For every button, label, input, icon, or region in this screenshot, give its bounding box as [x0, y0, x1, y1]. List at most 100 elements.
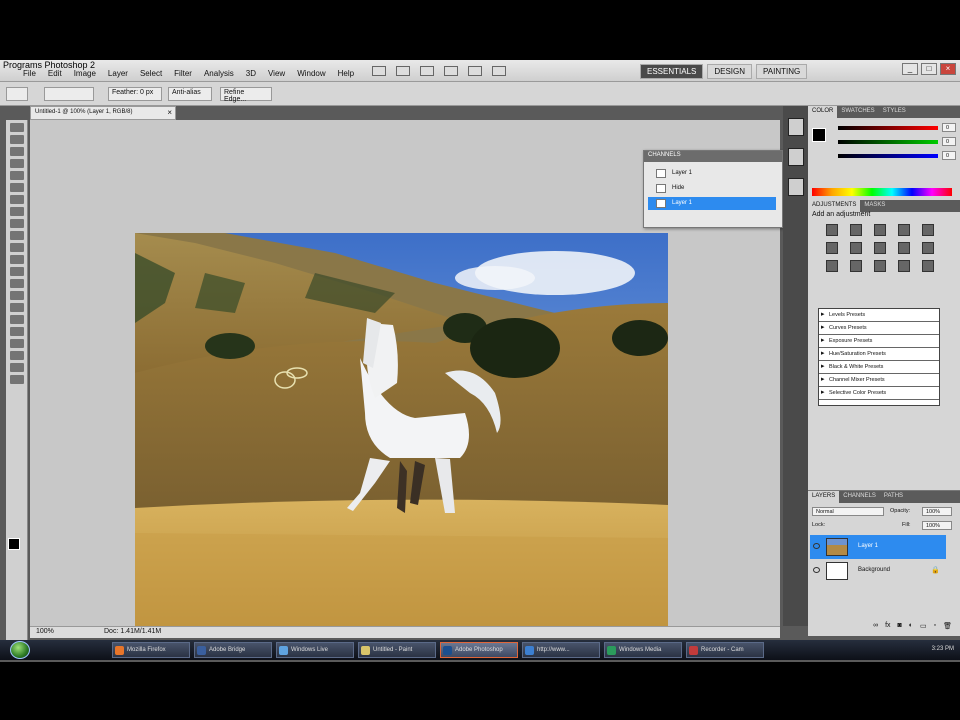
tab-color[interactable]: COLOR — [808, 106, 838, 118]
pen-tool-icon[interactable] — [9, 291, 24, 300]
preset-item[interactable]: Curves Presets — [819, 322, 939, 335]
menu-file[interactable]: File — [20, 69, 39, 78]
antialias-checkbox[interactable]: Anti-alias — [168, 87, 212, 101]
gradient-map-icon[interactable] — [898, 260, 910, 272]
add-mask-icon[interactable]: ◙ — [898, 622, 902, 632]
quick-selection-tool-icon[interactable] — [9, 159, 24, 168]
new-layer-icon[interactable]: ▫ — [934, 622, 936, 632]
foreground-color-swatch[interactable] — [8, 538, 20, 550]
taskbar-item-photoshop[interactable]: Adobe Photoshop — [440, 642, 518, 658]
3d-rotate-tool-icon[interactable] — [9, 339, 24, 348]
taskbar-item-media[interactable]: Windows Media — [604, 642, 682, 658]
posterize-icon[interactable] — [850, 260, 862, 272]
channel-row-selected[interactable]: Layer 1 — [648, 197, 776, 210]
start-button[interactable] — [10, 641, 30, 659]
marquee-tool-icon[interactable] — [9, 135, 24, 144]
maximize-button[interactable]: □ — [921, 63, 937, 75]
clone-stamp-tool-icon[interactable] — [9, 219, 24, 228]
menu-analysis[interactable]: Analysis — [201, 69, 237, 78]
taskbar-item-paint[interactable]: Untitled - Paint — [358, 642, 436, 658]
color-balance-icon[interactable] — [850, 242, 862, 254]
refine-edge-button[interactable]: Refine Edge... — [220, 87, 272, 103]
menu-select[interactable]: Select — [137, 69, 165, 78]
workspace-design[interactable]: DESIGN — [707, 64, 753, 79]
tab-styles[interactable]: STYLES — [879, 106, 910, 118]
green-value-field[interactable]: 0 — [942, 137, 956, 146]
trash-icon[interactable]: 🗑 — [943, 622, 952, 632]
type-tool-icon[interactable] — [9, 303, 24, 312]
color-spectrum-bar[interactable] — [812, 188, 952, 196]
arrange-documents-icon[interactable] — [468, 66, 482, 76]
foreground-color-chip[interactable] — [812, 128, 826, 142]
selection-mode-icons[interactable] — [44, 87, 94, 101]
zoom-level-icon[interactable] — [420, 66, 434, 76]
brush-tool-icon[interactable] — [9, 207, 24, 216]
black-white-icon[interactable] — [874, 242, 886, 254]
photo-filter-icon[interactable] — [898, 242, 910, 254]
layer-row-background[interactable]: Background 🔒 — [810, 559, 946, 583]
red-value-field[interactable]: 0 — [942, 123, 956, 132]
menu-filter[interactable]: Filter — [171, 69, 195, 78]
preset-item[interactable]: Channel Mixer Presets — [819, 374, 939, 387]
bridge-icon[interactable] — [372, 66, 386, 76]
navigator-panel-icon[interactable] — [787, 178, 804, 196]
menu-3d[interactable]: 3D — [243, 69, 259, 78]
status-zoom[interactable]: 100% — [36, 628, 54, 635]
tab-swatches[interactable]: SWATCHES — [837, 106, 878, 118]
minimize-button[interactable]: _ — [902, 63, 918, 75]
curves-icon[interactable] — [874, 224, 886, 236]
vibrance-icon[interactable] — [922, 224, 934, 236]
layer-style-icon[interactable]: fx — [885, 622, 890, 632]
healing-brush-tool-icon[interactable] — [9, 195, 24, 204]
opacity-field[interactable]: 100% — [922, 507, 952, 516]
workspace-painting[interactable]: PAINTING — [756, 64, 808, 79]
eyedropper-tool-icon[interactable] — [9, 183, 24, 192]
blue-value-field[interactable]: 0 — [942, 151, 956, 160]
fill-field[interactable]: 100% — [922, 521, 952, 530]
menu-window[interactable]: Window — [294, 69, 328, 78]
move-tool-icon[interactable] — [9, 123, 24, 132]
layer-row-layer-1[interactable]: Layer 1 — [810, 535, 946, 559]
taskbar-item-firefox[interactable]: Mozilla Firefox — [112, 642, 190, 658]
menu-image[interactable]: Image — [71, 69, 99, 78]
new-adjustment-icon[interactable]: ◐ — [909, 622, 913, 632]
clock[interactable]: 3:23 PM — [932, 646, 954, 652]
blur-tool-icon[interactable] — [9, 267, 24, 276]
menu-view[interactable]: View — [265, 69, 288, 78]
tab-channels[interactable]: CHANNELS — [839, 491, 880, 503]
taskbar-item-browser[interactable]: http://www... — [522, 642, 600, 658]
preset-item[interactable]: Hue/Saturation Presets — [819, 348, 939, 361]
menu-edit[interactable]: Edit — [45, 69, 65, 78]
preset-item[interactable]: Black & White Presets — [819, 361, 939, 374]
tab-paths[interactable]: PATHS — [880, 491, 907, 503]
blend-mode-select[interactable]: Normal — [812, 507, 884, 516]
hand-tool-icon[interactable] — [9, 363, 24, 372]
threshold-icon[interactable] — [874, 260, 886, 272]
gradient-tool-icon[interactable] — [9, 255, 24, 264]
taskbar-item-windows-live[interactable]: Windows Live — [276, 642, 354, 658]
link-layers-icon[interactable]: ∞ — [873, 622, 878, 632]
tool-preset-picker[interactable] — [6, 87, 28, 101]
dodge-tool-icon[interactable] — [9, 279, 24, 288]
document-tab[interactable]: Untitled-1 @ 100% (Layer 1, RGB/8) × — [30, 106, 176, 120]
shape-tool-icon[interactable] — [9, 327, 24, 336]
tab-layers[interactable]: LAYERS — [808, 491, 840, 503]
menu-help[interactable]: Help — [335, 69, 357, 78]
history-brush-tool-icon[interactable] — [9, 231, 24, 240]
brightness-contrast-icon[interactable] — [826, 224, 838, 236]
horse-photo[interactable] — [135, 233, 668, 633]
taskbar-item-recorder[interactable]: Recorder - Cam — [686, 642, 764, 658]
channel-row[interactable]: Hide — [648, 182, 776, 195]
visibility-eye-icon[interactable] — [813, 543, 820, 549]
history-panel-icon[interactable] — [787, 118, 804, 136]
blue-slider[interactable] — [838, 154, 938, 158]
channel-mixer-icon[interactable] — [922, 242, 934, 254]
feather-field[interactable]: Feather: 0 px — [108, 87, 162, 101]
new-group-icon[interactable]: ▭ — [920, 622, 927, 632]
3d-orbit-tool-icon[interactable] — [9, 351, 24, 360]
visibility-eye-icon[interactable] — [813, 567, 820, 573]
path-selection-tool-icon[interactable] — [9, 315, 24, 324]
lasso-tool-icon[interactable] — [9, 147, 24, 156]
workspace-essentials[interactable]: ESSENTIALS — [640, 64, 704, 79]
crop-tool-icon[interactable] — [9, 171, 24, 180]
